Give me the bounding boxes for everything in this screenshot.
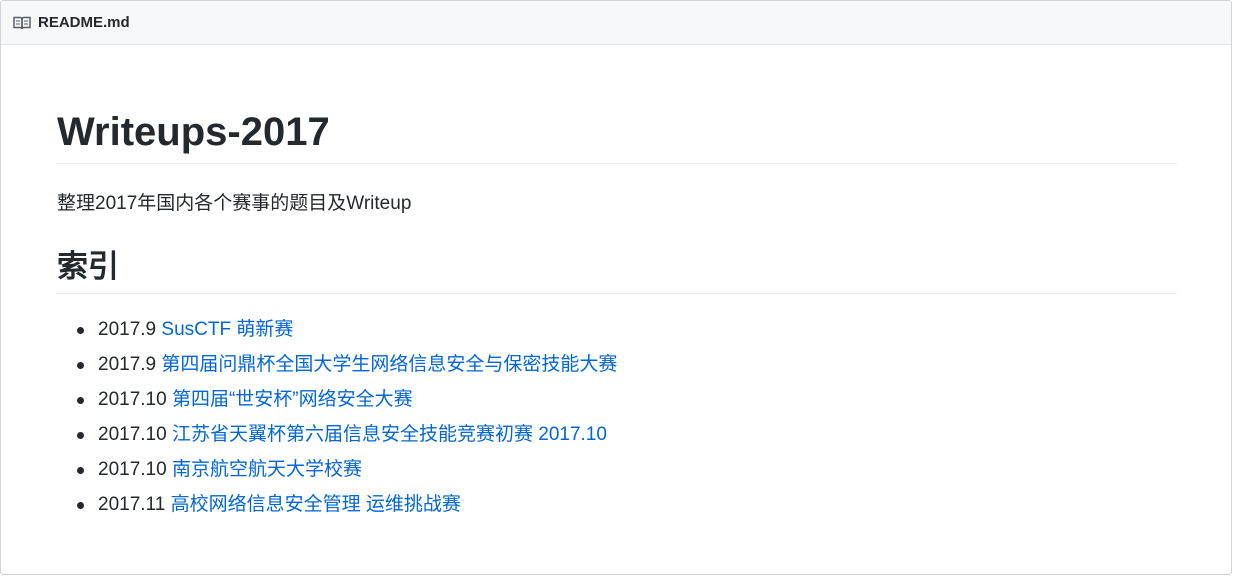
item-link[interactable]: 高校网络信息安全管理 运维挑战赛: [171, 494, 461, 515]
item-date: 2017.10: [98, 389, 167, 410]
item-link[interactable]: 第四届问鼎杯全国大学生网络信息安全与保密技能大赛: [161, 354, 617, 375]
book-icon: [13, 15, 33, 31]
list-item: 2017.9 SusCTF 萌新赛: [57, 315, 617, 350]
item-link[interactable]: SusCTF 萌新赛: [161, 319, 293, 340]
readme-filename: README.md: [38, 14, 130, 31]
item-date: 2017.11: [98, 494, 166, 515]
bullet: [77, 327, 84, 334]
bullet: [77, 502, 84, 509]
list-item: 2017.10 江苏省天翼杯第六届信息安全技能竞赛初赛 2017.10: [57, 420, 617, 455]
bullet: [77, 362, 84, 369]
item-date: 2017.9: [98, 354, 157, 375]
item-date: 2017.9: [98, 319, 157, 340]
section-heading: 索引: [57, 247, 1177, 294]
list-item: 2017.9 第四届问鼎杯全国大学生网络信息安全与保密技能大赛: [57, 350, 617, 385]
intro-text: 整理2017年国内各个赛事的题目及Writeup: [57, 193, 412, 214]
item-link[interactable]: 南京航空航天大学校赛: [172, 459, 362, 480]
item-link[interactable]: 第四届“世安杯”网络安全大赛: [172, 389, 413, 410]
list-item: 2017.10 南京航空航天大学校赛: [57, 455, 617, 490]
page-title: Writeups-2017: [57, 107, 1177, 164]
index-list: 2017.9 SusCTF 萌新赛 2017.9 第四届问鼎杯全国大学生网络信息…: [57, 315, 617, 525]
bullet: [77, 467, 84, 474]
item-date: 2017.10: [98, 424, 167, 445]
readme-container: README.md Writeups-2017 整理2017年国内各个赛事的题目…: [0, 0, 1232, 575]
item-link[interactable]: 江苏省天翼杯第六届信息安全技能竞赛初赛 2017.10: [172, 424, 607, 445]
bullet: [77, 397, 84, 404]
readme-header: README.md: [1, 1, 1231, 45]
list-item: 2017.11 高校网络信息安全管理 运维挑战赛: [57, 490, 617, 525]
item-date: 2017.10: [98, 459, 167, 480]
list-item: 2017.10 第四届“世安杯”网络安全大赛: [57, 385, 617, 420]
bullet: [77, 432, 84, 439]
